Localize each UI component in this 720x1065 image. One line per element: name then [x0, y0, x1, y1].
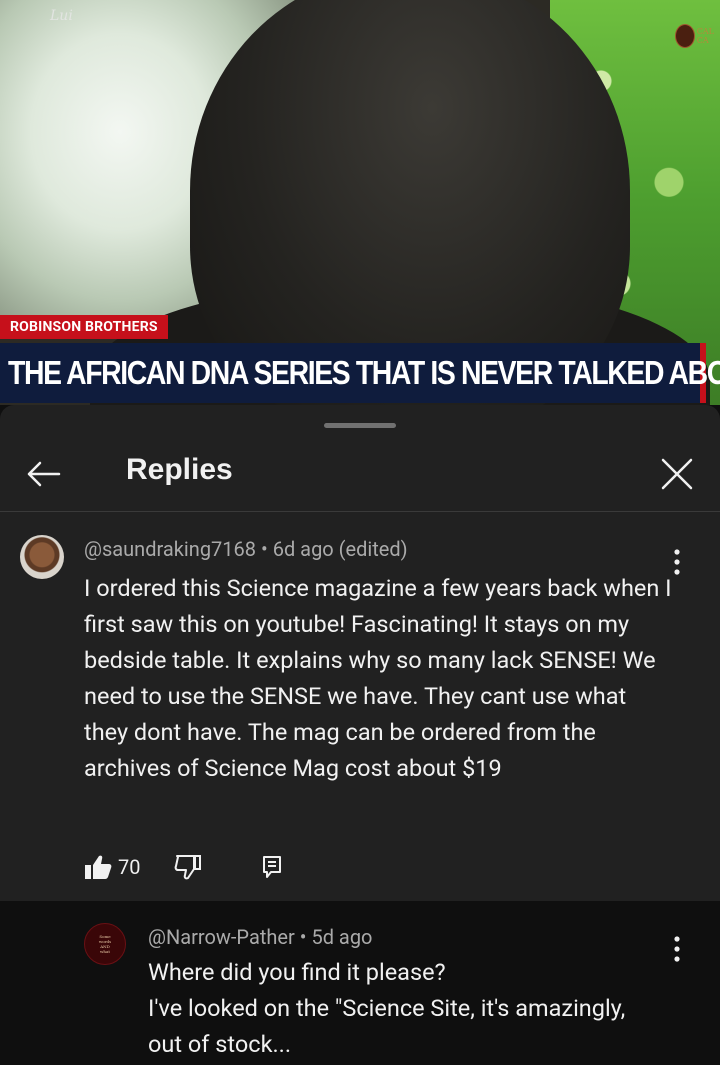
dislike-button[interactable]: [174, 854, 202, 880]
comment-author[interactable]: @saundraking7168: [84, 537, 256, 561]
reply-line: I've looked on the "Science Site, it's a…: [148, 994, 626, 1022]
lower-third-tag: ROBINSON BROTHERS: [0, 315, 168, 339]
watermark-text: CAL CA: [696, 27, 714, 45]
reply-author[interactable]: @Narrow-Pather: [148, 925, 295, 949]
drag-handle[interactable]: [324, 423, 396, 428]
lower-third-headline: THE AFRICAN DNA SERIES THAT IS NEVER TAL…: [0, 343, 720, 403]
header-divider: [0, 511, 720, 512]
close-icon: [661, 458, 693, 490]
reply-icon: [263, 856, 282, 878]
comment-time: 6d ago (edited): [272, 537, 408, 561]
more-vert-icon: [674, 549, 680, 575]
comment-text: I ordered this Science magazine a few ye…: [84, 574, 672, 782]
reply-meta: @Narrow-Pather • 5d ago: [148, 925, 372, 949]
like-button[interactable]: 70: [84, 854, 140, 880]
back-button[interactable]: [20, 451, 66, 497]
meta-separator: •: [299, 925, 312, 949]
video-player[interactable]: Lui CAL CA ROBINSON BROTHERS THE AFRICAN…: [0, 0, 720, 405]
comment-meta: @saundraking7168 • 6d ago (edited): [84, 537, 408, 561]
close-button[interactable]: [654, 451, 700, 497]
thumbs-down-icon: [175, 855, 202, 880]
meta-separator: •: [260, 537, 273, 561]
arrow-left-icon: [27, 461, 61, 487]
like-count: 70: [118, 855, 141, 879]
channel-logo-icon: [674, 24, 695, 48]
comment-actions: 70: [84, 850, 282, 884]
avatar-art: Some words AND what: [98, 934, 112, 954]
reply-time: 5d ago: [311, 925, 373, 949]
reply-line: out of stock...: [148, 1030, 292, 1058]
panel-title: Replies: [126, 453, 233, 486]
panel-header: Replies: [0, 441, 720, 503]
reply-comment: Some words AND what @Narrow-Pather • 5d ago…: [0, 901, 720, 1065]
reply-text: Where did you find it please? I've looke…: [148, 954, 688, 1062]
watermark-left: Lui: [50, 8, 73, 24]
channel-watermark: CAL CA: [674, 24, 714, 48]
thumbs-up-icon: [85, 855, 112, 879]
replies-panel: Replies @saundraking7168 • 6d ago (edite…: [0, 405, 720, 1065]
headline-text: THE AFRICAN DNA SERIES THAT IS NEVER TAL…: [8, 354, 720, 391]
avatar[interactable]: [20, 535, 64, 579]
avatar[interactable]: Some words AND what: [84, 923, 126, 965]
reply-button[interactable]: [262, 855, 282, 879]
reply-line: Where did you find it please?: [148, 958, 446, 986]
